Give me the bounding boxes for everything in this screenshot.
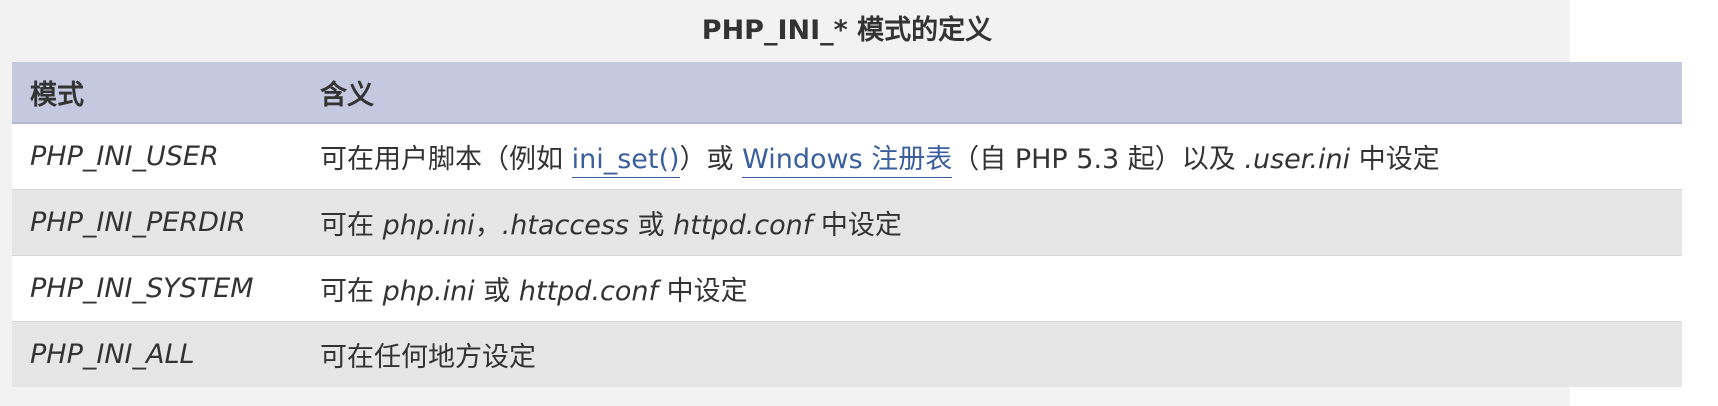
meaning-text: ）或 — [679, 144, 734, 175]
table-row: PHP_INI_PERDIR 可在 php.ini，.htaccess 或 ht… — [12, 189, 1682, 256]
meaning-cell: 可在 php.ini 或 httpd.conf 中设定 — [302, 255, 1682, 322]
meaning-text: 可在 — [320, 276, 374, 307]
php-ini-modes-table: 模式 含义 PHP_INI_USER 可在用户脚本（例如 ini_set()）或… — [12, 62, 1682, 387]
file-name: php.ini — [382, 276, 475, 307]
mode-cell: PHP_INI_USER — [12, 122, 302, 190]
mode-cell: PHP_INI_PERDIR — [12, 189, 302, 256]
meaning-text: 可在用户脚本（例如 — [320, 144, 563, 175]
mode-cell: PHP_INI_SYSTEM — [12, 255, 302, 322]
meaning-cell: 可在任何地方设定 — [302, 321, 1682, 387]
column-header-meaning: 含义 — [302, 62, 1682, 124]
column-header-mode: 模式 — [12, 62, 302, 124]
meaning-cell: 可在 php.ini，.htaccess 或 httpd.conf 中设定 — [302, 189, 1682, 256]
table-header-row: 模式 含义 — [12, 62, 1682, 124]
meaning-text: ， — [474, 210, 502, 241]
meaning-text: 中设定 — [666, 276, 748, 307]
meaning-text: 或 — [483, 276, 511, 307]
file-name: httpd.conf — [518, 276, 659, 307]
table-row: PHP_INI_USER 可在用户脚本（例如 ini_set()）或 Windo… — [12, 122, 1682, 190]
meaning-text: （自 PHP 5.3 起）以及 — [952, 144, 1236, 175]
table-row: PHP_INI_SYSTEM 可在 php.ini 或 httpd.conf 中… — [12, 255, 1682, 322]
file-name: .htaccess — [501, 210, 629, 241]
ini-set-link[interactable]: ini_set() — [571, 144, 680, 178]
meaning-text: 中设定 — [1358, 144, 1440, 175]
file-name: httpd.conf — [673, 210, 813, 241]
meaning-text: 或 — [637, 210, 665, 241]
mode-cell: PHP_INI_ALL — [12, 321, 302, 387]
table-caption: PHP_INI_* 模式的定义 — [701, 15, 993, 46]
windows-registry-link[interactable]: Windows 注册表 — [742, 144, 953, 178]
table-row: PHP_INI_ALL 可在任何地方设定 — [12, 321, 1682, 387]
meaning-cell: 可在用户脚本（例如 ini_set()）或 Windows 注册表（自 PHP … — [302, 122, 1682, 190]
file-name: .user.ini — [1244, 144, 1351, 175]
file-name: php.ini — [382, 210, 475, 241]
meaning-text: 可在 — [320, 210, 374, 241]
meaning-text: 可在任何地方设定 — [320, 342, 536, 373]
meaning-text: 中设定 — [820, 210, 902, 241]
